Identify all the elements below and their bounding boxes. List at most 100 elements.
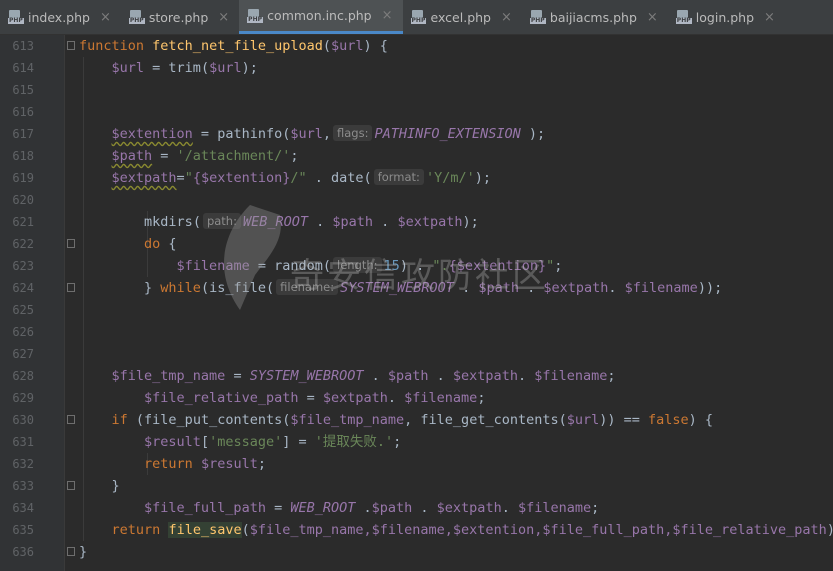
code-token: false: [648, 412, 689, 428]
code-token: .: [387, 390, 405, 406]
code-token: );: [241, 60, 258, 76]
line-number: 627: [12, 347, 34, 361]
code-token: );: [474, 170, 491, 186]
code-token: SYSTEM_WEBROOT: [249, 368, 364, 384]
code-line[interactable]: 634 $file_full_path = WEB_ROOT .$path . …: [0, 497, 833, 519]
fold-icon[interactable]: [67, 283, 75, 292]
line-number: 632: [12, 457, 34, 471]
code-token: is_file: [209, 280, 266, 296]
code-line[interactable]: 633 }: [0, 475, 833, 497]
code-token: $filename: [534, 368, 608, 384]
code-text: $url = trim($url);: [79, 57, 258, 79]
code-line[interactable]: 627: [0, 343, 833, 365]
line-number: 616: [12, 105, 34, 119]
code-token: ;: [477, 390, 486, 406]
fold-icon[interactable]: [67, 415, 75, 424]
code-token: $file_tmp_name,$filename,$extention,$fil…: [249, 522, 827, 538]
line-number: 622: [12, 237, 34, 251]
code-line[interactable]: 631 $result['message'] = '提取失败.';: [0, 431, 833, 453]
code-line[interactable]: 625: [0, 299, 833, 321]
code-token: $filename: [624, 280, 698, 296]
close-icon[interactable]: ×: [382, 8, 393, 23]
code-text: return file_save($file_tmp_name,$filenam…: [79, 519, 833, 541]
code-token: {: [160, 236, 177, 252]
code-line[interactable]: 620: [0, 189, 833, 211]
tab-baijiacms-php[interactable]: PHP baijiacms.php ×: [522, 0, 668, 34]
code-text: $path = '/attachment/';: [79, 145, 299, 167]
code-line[interactable]: 628 $file_tmp_name = SYSTEM_WEBROOT . $p…: [0, 365, 833, 387]
code-token: $extpath: [436, 500, 502, 516]
tab-common-inc-php[interactable]: PHP common.inc.php ×: [239, 0, 403, 34]
code-line[interactable]: 619 $extpath="{$extention}/" . date(form…: [0, 167, 833, 189]
line-number: 621: [12, 215, 34, 229]
code-editor[interactable]: 613 function fetch_net_file_upload($url) …: [0, 35, 833, 571]
code-token: $url: [331, 38, 364, 54]
code-token: ));: [697, 280, 723, 296]
code-line[interactable]: 632 return $result;: [0, 453, 833, 475]
code-text: $file_tmp_name = SYSTEM_WEBROOT . $path …: [79, 365, 616, 387]
code-token: ": [184, 170, 193, 186]
code-token: $url: [209, 60, 242, 76]
watermark-text: 奇安信攻防社区: [290, 256, 549, 296]
code-token: (: [200, 280, 210, 296]
code-line[interactable]: 617 $extention = pathinfo($url, flags: PAT…: [0, 123, 833, 145]
code-token: /": [290, 170, 307, 186]
code-text: $result['message'] = '提取失败.';: [79, 431, 401, 453]
code-token: $file_tmp_name: [290, 412, 405, 428]
code-token: $filename: [176, 258, 250, 274]
php-file-icon: PHP: [675, 10, 692, 24]
code-token: {$extention}: [192, 170, 291, 186]
code-token: (: [558, 412, 567, 428]
code-token: $url: [290, 126, 323, 142]
code-token: .: [608, 280, 625, 296]
code-token: $extpath: [452, 368, 518, 384]
code-line[interactable]: 615: [0, 79, 833, 101]
tab-excel-php[interactable]: PHP excel.php ×: [403, 0, 522, 34]
code-line[interactable]: 613 function fetch_net_file_upload($url) …: [0, 35, 833, 57]
line-number: 615: [12, 83, 34, 97]
code-token: .: [306, 170, 332, 186]
fold-icon[interactable]: [67, 41, 75, 50]
code-line[interactable]: 616: [0, 101, 833, 123]
code-token: ;: [393, 434, 402, 450]
code-token: .: [412, 500, 437, 516]
code-line[interactable]: 618 $path = '/attachment/';: [0, 145, 833, 167]
code-token: $extpath: [543, 280, 609, 296]
code-token: $file_full_path: [144, 500, 266, 516]
tab-index-php[interactable]: PHP index.php ×: [0, 0, 121, 34]
code-token: $extention: [111, 126, 193, 142]
code-token: $extpath: [397, 214, 463, 230]
code-token: );: [520, 126, 546, 142]
code-token: do: [144, 236, 161, 252]
line-number: 626: [12, 325, 34, 339]
code-line[interactable]: 629 $file_relative_path = $extpath. $fil…: [0, 387, 833, 409]
code-token: file_save: [168, 522, 242, 538]
fold-icon[interactable]: [67, 239, 75, 248]
code-line[interactable]: 635 return file_save($file_tmp_name,$fil…: [0, 519, 833, 541]
code-line[interactable]: 614 $url = trim($url);: [0, 57, 833, 79]
editor-tab-bar: PHP index.php × PHP store.php × PHP common.inc.…: [0, 0, 833, 35]
code-token: '提取失败.': [314, 434, 394, 450]
code-line[interactable]: 636}: [0, 541, 833, 563]
code-line[interactable]: 626: [0, 321, 833, 343]
close-icon[interactable]: ×: [764, 10, 775, 25]
close-icon[interactable]: ×: [100, 10, 111, 25]
fold-icon[interactable]: [67, 481, 75, 490]
code-token: ;: [591, 500, 600, 516]
tab-store-php[interactable]: PHP store.php ×: [121, 0, 239, 34]
code-line[interactable]: 621 mkdirs(path: WEB_ROOT . $path . $extp…: [0, 211, 833, 233]
code-token: file_get_contents: [420, 412, 559, 428]
close-icon[interactable]: ×: [501, 10, 512, 25]
code-token: WEB_ROOT: [290, 500, 356, 516]
fold-icon[interactable]: [67, 547, 75, 556]
code-token: (: [265, 280, 275, 296]
code-token: );: [827, 522, 833, 538]
tab-label: login.php: [695, 9, 755, 25]
code-line[interactable]: 630 if (file_put_contents($file_tmp_name…: [0, 409, 833, 431]
line-number: 620: [12, 193, 34, 207]
close-icon[interactable]: ×: [647, 10, 658, 25]
tab-login-php[interactable]: PHP login.php ×: [668, 0, 785, 34]
code-token: .: [501, 500, 518, 516]
code-token: $filename: [404, 390, 478, 406]
close-icon[interactable]: ×: [218, 10, 229, 25]
